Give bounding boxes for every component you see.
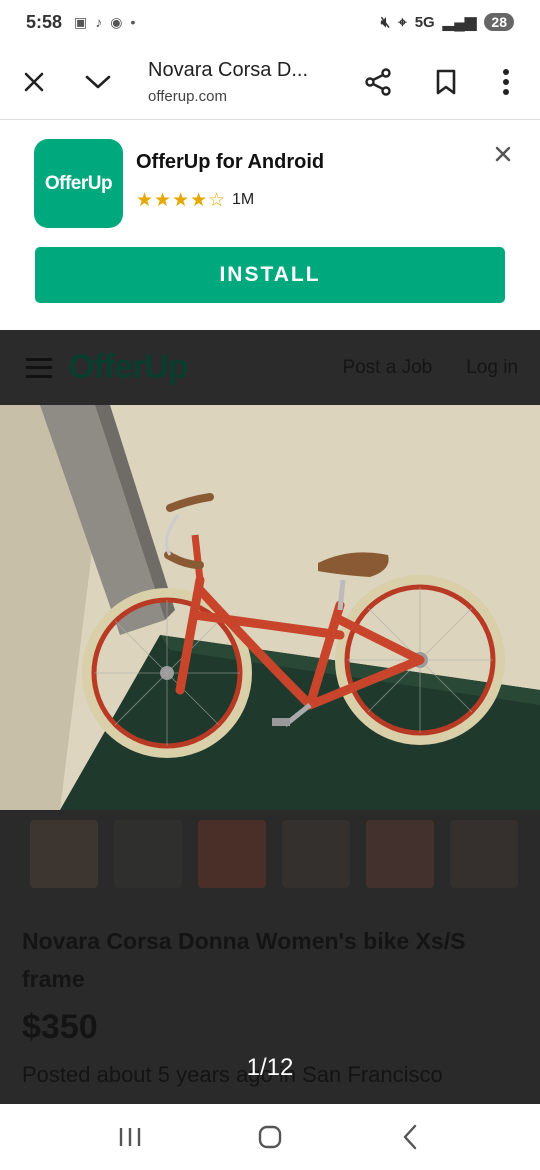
thumbnail-3[interactable] bbox=[198, 820, 266, 888]
status-bar: 5:58 ▣ ♪ ◉ • 🔇︎ ⌖ 5G ▂▄▆ 28 bbox=[0, 0, 540, 44]
banner-close-button[interactable] bbox=[490, 141, 516, 167]
mute-icon: 🔇︎ bbox=[380, 13, 391, 31]
share-icon bbox=[365, 67, 391, 96]
thumbnail-6[interactable] bbox=[450, 820, 518, 888]
close-icon bbox=[24, 72, 44, 91]
minimize-button[interactable] bbox=[76, 60, 120, 104]
home-button[interactable] bbox=[245, 1117, 295, 1157]
app-logo: OfferUp bbox=[34, 139, 123, 228]
location-icon: ⌖ bbox=[398, 13, 407, 31]
page-info[interactable]: Novara Corsa D... offerup.com bbox=[148, 59, 338, 105]
chrome-icon: ◉ bbox=[110, 13, 123, 30]
thumbnail-5[interactable] bbox=[366, 820, 434, 888]
notification-icons: ▣ ♪ ◉ • bbox=[74, 14, 135, 31]
back-button[interactable] bbox=[385, 1117, 435, 1157]
photo-counter: 1/12 bbox=[246, 1054, 294, 1081]
close-icon bbox=[495, 146, 511, 162]
listing-page: OfferUp Post a Job Log in Novara Corsa D… bbox=[0, 330, 540, 1104]
app-name: OfferUp for Android bbox=[136, 151, 325, 173]
login-link[interactable]: Log in bbox=[466, 357, 518, 379]
bookmark-icon bbox=[436, 69, 456, 94]
system-icons: 🔇︎ ⌖ 5G ▂▄▆ 28 bbox=[381, 13, 514, 31]
page-url: offerup.com bbox=[148, 87, 227, 105]
listing-price: $350 bbox=[22, 1008, 98, 1046]
tiktok-icon: ♪ bbox=[95, 14, 103, 30]
page-title: Novara Corsa D... bbox=[148, 58, 309, 81]
photo-thumbnails bbox=[0, 820, 540, 890]
thumbnail-1[interactable] bbox=[30, 820, 98, 888]
site-logo[interactable]: OfferUp bbox=[68, 348, 189, 387]
more-vert-icon bbox=[503, 68, 509, 95]
bike-photo-image bbox=[0, 405, 540, 810]
recents-icon bbox=[119, 1128, 141, 1146]
menu-icon[interactable] bbox=[26, 357, 52, 378]
system-navigation-bar bbox=[0, 1104, 540, 1170]
signal-icon: ▂▄▆ bbox=[442, 14, 477, 31]
listing-title: Novara Corsa Donna Women's bike Xs/S fra… bbox=[22, 928, 466, 992]
rating-stars-icon: ★★★★☆ bbox=[136, 190, 227, 211]
more-options-button[interactable] bbox=[484, 60, 528, 104]
network-label: 5G bbox=[414, 13, 435, 31]
status-time: 5:58 bbox=[26, 11, 63, 32]
back-icon bbox=[403, 1124, 417, 1150]
thumbnail-4[interactable] bbox=[282, 820, 350, 888]
share-button[interactable] bbox=[356, 60, 400, 104]
app-install-banner: OfferUp OfferUp for Android ★★★★☆ 1M INS… bbox=[0, 121, 540, 330]
listing-photo[interactable] bbox=[0, 405, 540, 810]
download-count: 1M bbox=[232, 191, 255, 208]
recents-button[interactable] bbox=[105, 1117, 155, 1157]
close-tab-button[interactable] bbox=[12, 60, 56, 104]
install-button[interactable]: INSTALL bbox=[35, 247, 505, 303]
site-header: OfferUp Post a Job Log in bbox=[0, 330, 540, 405]
thumbnail-2[interactable] bbox=[114, 820, 182, 888]
chevron-down-icon bbox=[85, 75, 111, 88]
home-icon bbox=[258, 1125, 282, 1149]
battery-badge: 28 bbox=[484, 13, 514, 31]
browser-toolbar: Novara Corsa D... offerup.com bbox=[0, 44, 540, 120]
post-job-link[interactable]: Post a Job bbox=[342, 357, 432, 379]
screenshot-icon: ▣ bbox=[74, 13, 88, 30]
bookmark-button[interactable] bbox=[424, 60, 468, 104]
dot-icon: • bbox=[130, 14, 136, 30]
